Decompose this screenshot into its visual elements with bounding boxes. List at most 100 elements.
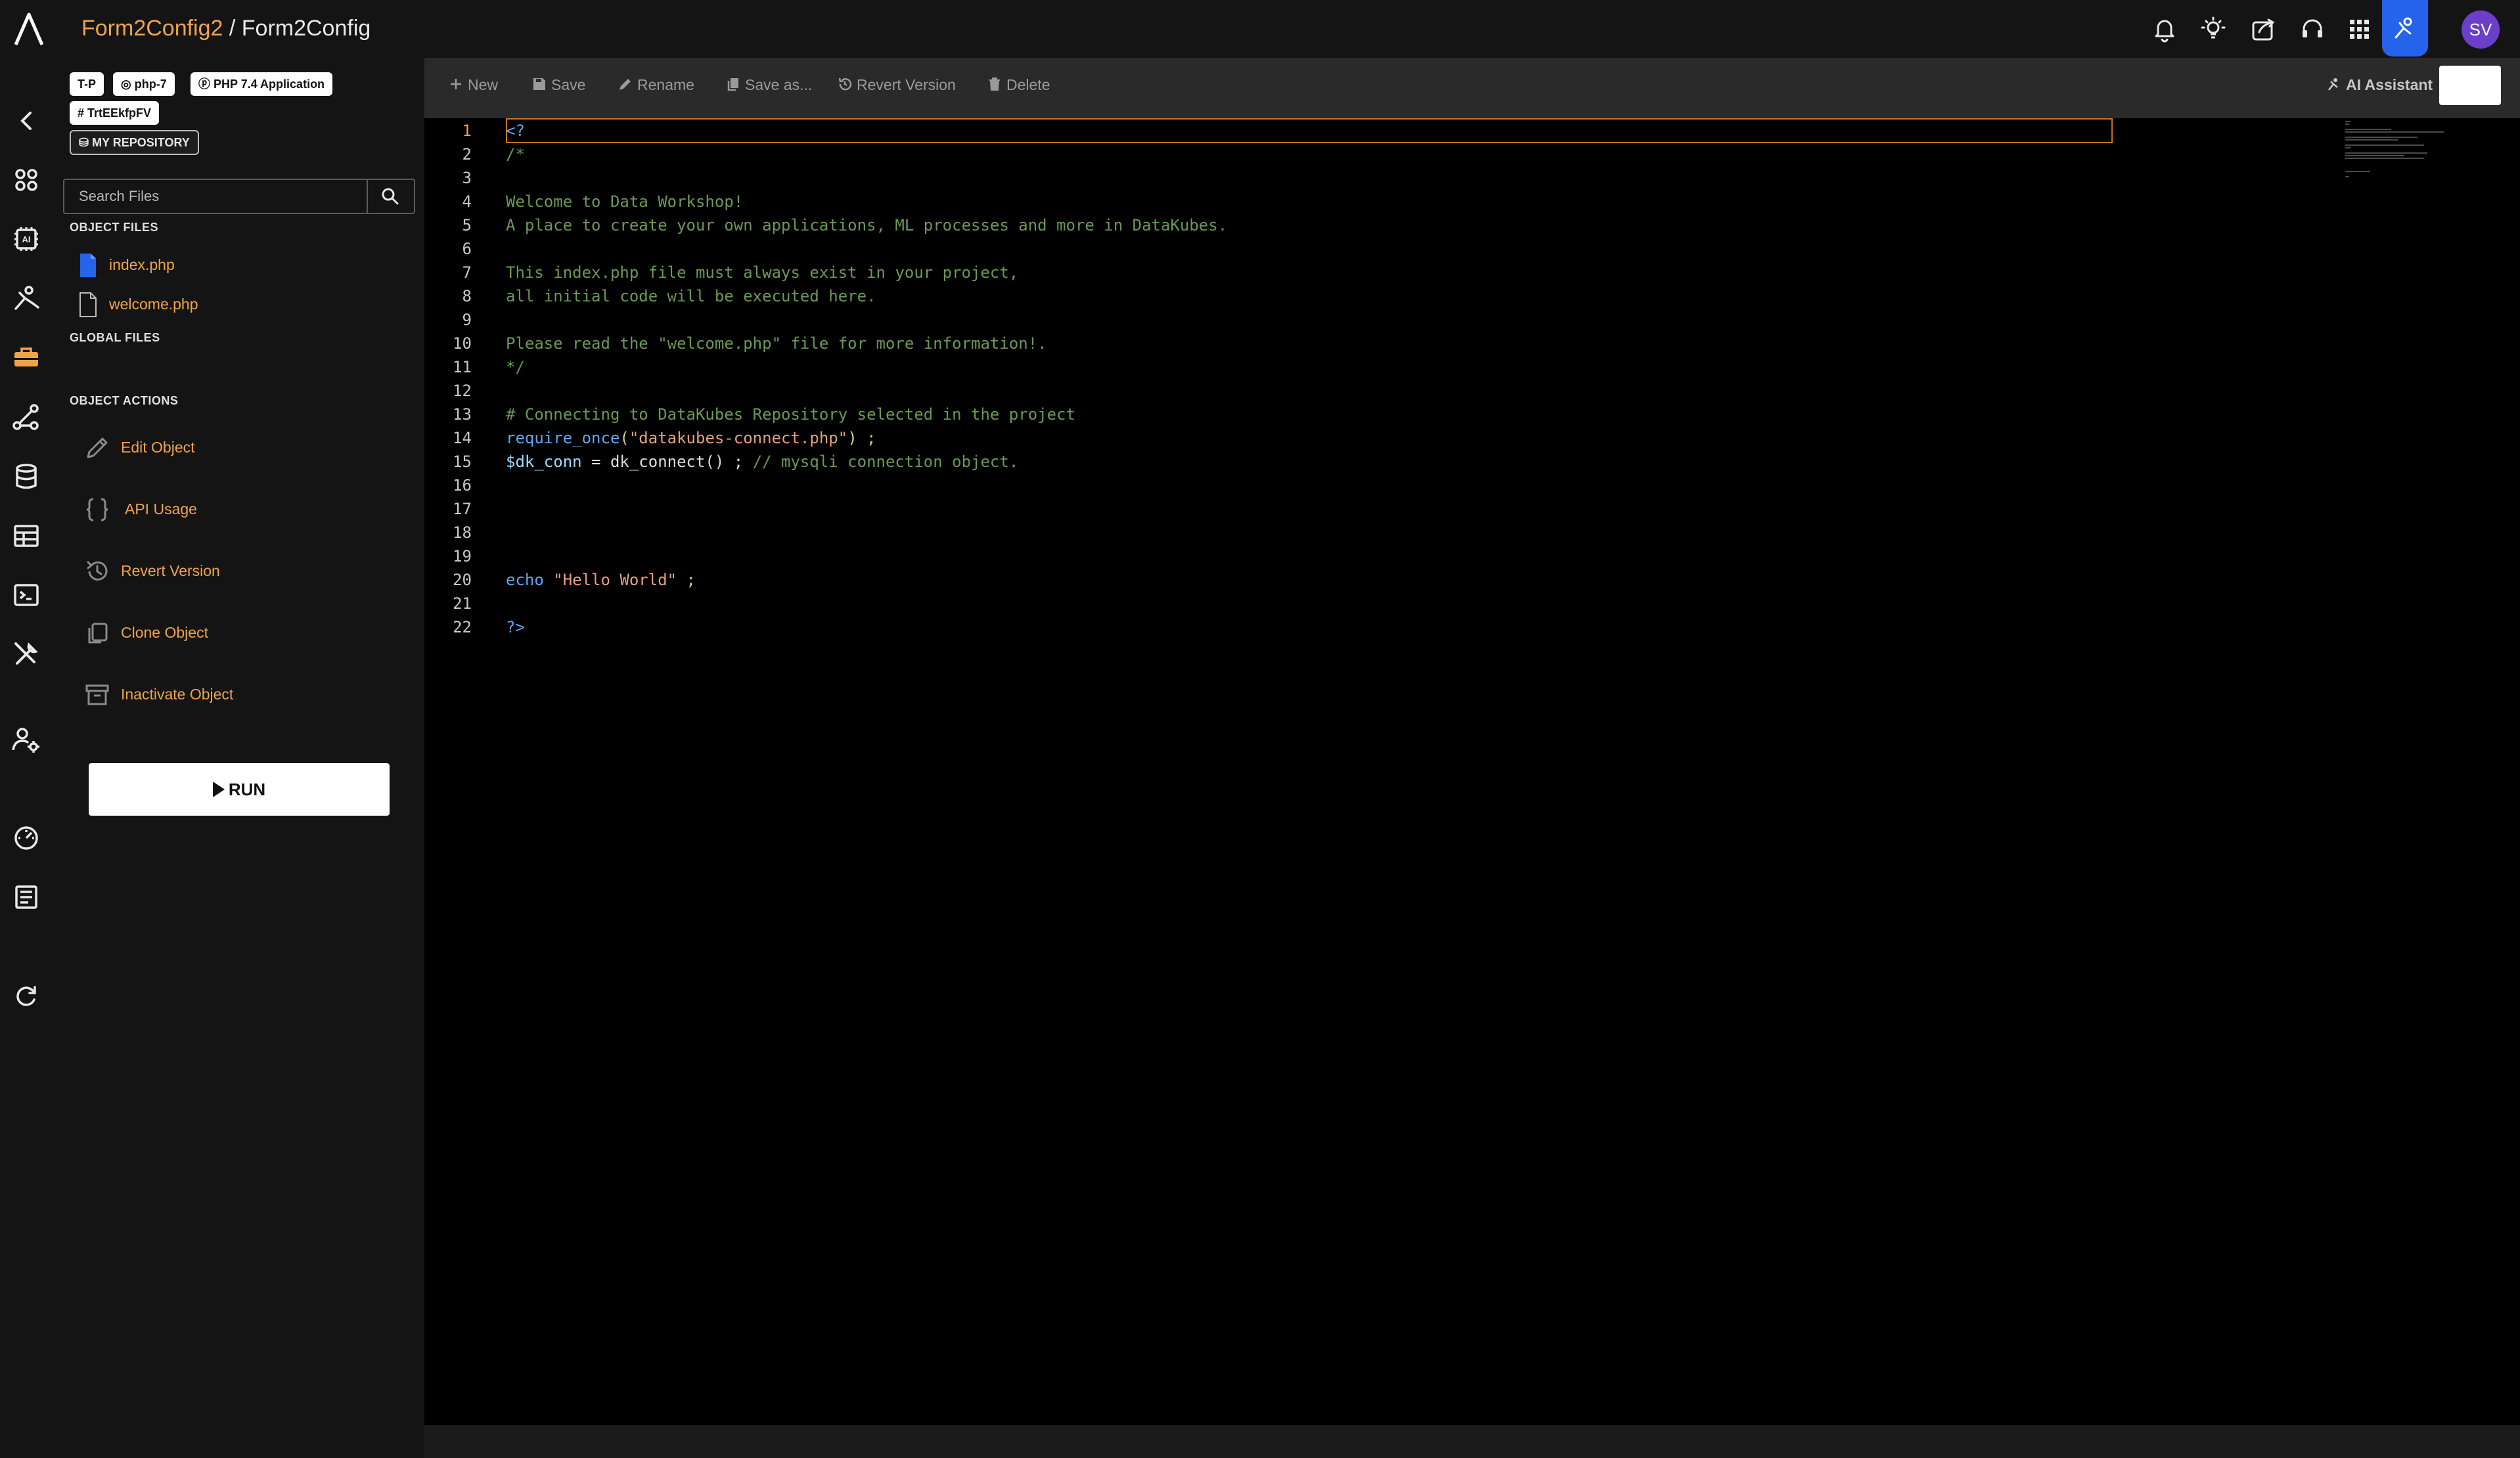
ai-assistant-button[interactable]: AI Assistant — [2326, 76, 2433, 100]
line-number: 9 — [462, 311, 472, 329]
pencil-icon — [87, 437, 108, 458]
code-line: 2 /* — [424, 143, 2001, 166]
search-box — [63, 179, 415, 214]
code-token: = dk_connect() ; — [581, 453, 753, 471]
search-button[interactable] — [367, 180, 414, 213]
code-text: A place to create your own applications,… — [506, 216, 1228, 234]
save-icon — [533, 78, 545, 90]
database-icon[interactable] — [9, 460, 43, 494]
search-input[interactable] — [64, 180, 367, 213]
line-number: 2 — [462, 145, 472, 164]
blank-action-button[interactable] — [2439, 66, 2501, 105]
file-name: welcome.php — [109, 296, 198, 313]
run-button[interactable]: RUN — [89, 763, 390, 816]
dashboard-icon[interactable] — [9, 163, 43, 197]
breadcrumb-parent[interactable]: Form2Config2 — [81, 16, 223, 41]
line-number: 16 — [453, 476, 472, 495]
save-button[interactable]: Save — [531, 76, 585, 100]
tag-php-label: php-7 — [134, 77, 167, 91]
code-line: 5 A place to create your own applications… — [424, 213, 2001, 237]
tag-php[interactable]: ◎ php-7 — [113, 72, 175, 96]
pipeline-icon[interactable] — [9, 401, 43, 435]
api-usage-label: API Usage — [125, 500, 197, 518]
tag-tp[interactable]: T-P — [70, 72, 104, 96]
code-line: 20 echo "Hello World" ; — [424, 568, 2001, 592]
code-line: 16 — [424, 474, 2001, 497]
code-text: $dk_conn = dk_connect() ; // mysqli conn… — [506, 450, 1018, 474]
speedometer-icon[interactable] — [9, 821, 43, 855]
editor-toolbar: New Save Rename Save as... Revert Versio… — [424, 58, 2520, 118]
code-line: 11 */ — [424, 355, 2001, 379]
object-actions-heading: OBJECT ACTIONS — [70, 394, 179, 407]
code-text: Welcome to Data Workshop! — [506, 192, 744, 211]
tag-id[interactable]: # TrtEEkfpFV — [70, 101, 160, 125]
breadcrumb: Form2Config2 / Form2Config — [81, 12, 371, 45]
avatar[interactable]: SV — [2462, 11, 2500, 49]
share-icon[interactable] — [2249, 14, 2278, 43]
tools-icon[interactable] — [9, 637, 43, 671]
code-text: ?> — [506, 618, 525, 636]
code-text: */ — [506, 358, 525, 376]
logo-icon[interactable] — [11, 9, 47, 49]
line-number: 19 — [453, 547, 472, 565]
code-token: $dk_conn — [506, 453, 582, 471]
horizontal-scrollbar[interactable] — [424, 1425, 2520, 1458]
play-icon — [212, 782, 225, 797]
save-label: Save — [551, 76, 586, 93]
save-as-button[interactable]: Save as... — [725, 76, 812, 100]
toolbox-icon[interactable] — [9, 340, 43, 374]
code-text: This index.php file must always exist in… — [506, 263, 1019, 282]
code-token: "datakubes-connect.php" — [629, 429, 848, 447]
new-button[interactable]: New — [448, 76, 498, 100]
agent-icon[interactable] — [9, 281, 43, 315]
rename-button[interactable]: Rename — [618, 76, 694, 100]
line-number: 4 — [462, 192, 472, 211]
file-icon — [79, 292, 97, 317]
line-number: 5 — [462, 216, 472, 234]
history-icon — [87, 561, 108, 581]
line-number: 15 — [453, 453, 472, 471]
terminal-icon[interactable] — [9, 578, 43, 612]
ai-assistant-label: AI Assistant — [2346, 76, 2433, 93]
code-editor[interactable]: 1 <? 2 /* 3 4 Welcome to Data Workshop! 5 A … — [424, 118, 2520, 1425]
revert-version-button[interactable]: Revert Version — [837, 76, 956, 100]
tag-php-app-label: PHP 7.4 Application — [214, 77, 325, 91]
pencil-icon — [619, 79, 631, 90]
copy-icon — [88, 623, 108, 644]
lightbulb-icon[interactable] — [2199, 14, 2228, 43]
file-active-icon — [80, 254, 96, 277]
run-label: RUN — [228, 780, 266, 799]
code-line: 22 ?> — [424, 615, 2001, 639]
minimap[interactable] — [2345, 121, 2464, 180]
delete-button[interactable]: Delete — [987, 76, 1050, 100]
docs-icon[interactable] — [9, 880, 43, 914]
code-line: 7 This index.php file must always exist i… — [424, 261, 2001, 284]
line-number: 22 — [453, 618, 472, 636]
tag-php-app[interactable]: ⓟ PHP 7.4 Application — [191, 72, 333, 96]
ai-agent-button[interactable] — [2382, 0, 2428, 56]
apps-grid-icon[interactable] — [2345, 14, 2374, 43]
code-line: 18 — [424, 521, 2001, 544]
code-text: /* — [506, 145, 525, 164]
code-token: // mysqli connection object. — [752, 453, 1019, 471]
code-line: 3 — [424, 166, 2001, 190]
code-text: all initial code will be executed here. — [506, 287, 876, 305]
user-settings-icon[interactable] — [9, 722, 43, 757]
my-repository-tag[interactable]: ⛁ MY REPOSITORY — [70, 130, 199, 155]
line-number: 3 — [462, 169, 472, 187]
bell-icon[interactable] — [2150, 14, 2179, 43]
ai-chip-icon[interactable]: AI — [9, 222, 43, 256]
my-repository-label: MY REPOSITORY — [92, 136, 190, 149]
code-token: ; — [677, 571, 696, 589]
ai-agent-icon — [2328, 78, 2338, 91]
line-number: 13 — [453, 405, 472, 424]
icon-rail: AI — [0, 58, 53, 1458]
code-line: 14 require_once("datakubes-connect.php") … — [424, 426, 2001, 450]
line-number: 11 — [453, 358, 472, 376]
code-token: ( — [619, 429, 629, 447]
refresh-icon[interactable] — [9, 979, 43, 1013]
support-icon[interactable] — [2298, 14, 2327, 43]
back-arrow-icon[interactable] — [9, 104, 43, 138]
table-icon[interactable] — [9, 519, 43, 553]
line-number: 6 — [462, 240, 472, 258]
